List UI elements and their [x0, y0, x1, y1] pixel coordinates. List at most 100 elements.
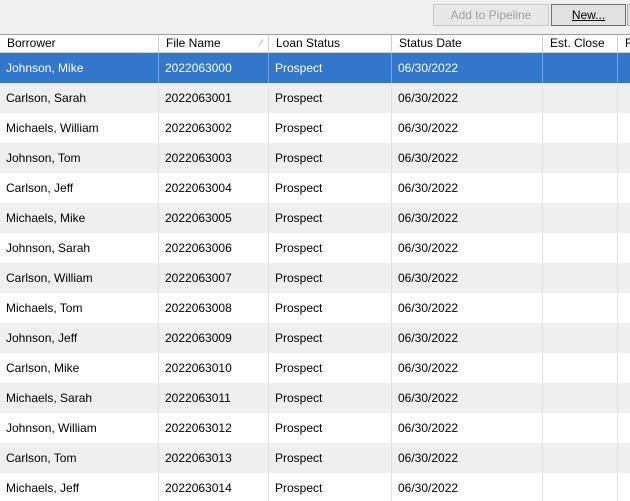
cell-est-close [543, 413, 618, 443]
table-row[interactable]: Johnson, Tom 2022063003 Prospect 06/30/2022 [0, 143, 630, 173]
cell-file-name: 2022063013 [159, 443, 269, 473]
cell-borrower: Carlson, Tom [0, 443, 159, 473]
cell-r [618, 233, 630, 263]
column-header-est-close[interactable]: Est. Close [543, 35, 618, 52]
cell-borrower: Johnson, Sarah [0, 233, 159, 263]
new-button[interactable]: New... [551, 4, 626, 26]
cell-status-date: 06/30/2022 [392, 383, 543, 413]
cell-est-close [543, 53, 618, 83]
cell-est-close [543, 383, 618, 413]
cell-est-close [543, 113, 618, 143]
cell-status-date: 06/30/2022 [392, 203, 543, 233]
table-row[interactable]: Michaels, Mike 2022063005 Prospect 06/30/20… [0, 203, 630, 233]
grid-header: Borrower File Name ⁄ Loan Status Status D… [0, 35, 630, 53]
table-row[interactable]: Carlson, Sarah 2022063001 Prospect 06/30/20… [0, 83, 630, 113]
cell-loan-status: Prospect [269, 323, 392, 353]
cell-est-close [543, 203, 618, 233]
cell-loan-status: Prospect [269, 383, 392, 413]
cell-borrower: Michaels, William [0, 113, 159, 143]
cell-file-name: 2022063009 [159, 323, 269, 353]
cell-r [618, 113, 630, 143]
cell-status-date: 06/30/2022 [392, 323, 543, 353]
column-header-loan-status[interactable]: Loan Status [269, 35, 392, 52]
cell-status-date: 06/30/2022 [392, 263, 543, 293]
table-row[interactable]: Carlson, William 2022063007 Prospect 06/30/… [0, 263, 630, 293]
cell-status-date: 06/30/2022 [392, 83, 543, 113]
cell-est-close [543, 443, 618, 473]
cell-file-name: 2022063005 [159, 203, 269, 233]
table-row[interactable]: Michaels, William 2022063002 Prospect 06/30… [0, 113, 630, 143]
table-row[interactable]: Michaels, Tom 2022063008 Prospect 06/30/202… [0, 293, 630, 323]
cell-est-close [543, 83, 618, 113]
table-row[interactable]: Johnson, Mike 2022063000 Prospect 06/30/202… [0, 53, 630, 83]
cell-est-close [543, 353, 618, 383]
cell-file-name: 2022063002 [159, 113, 269, 143]
column-header-label: Loan Status [276, 36, 341, 50]
cell-borrower: Carlson, Sarah [0, 83, 159, 113]
cell-r [618, 293, 630, 323]
cell-r [618, 173, 630, 203]
table-row[interactable]: Carlson, Tom 2022063013 Prospect 06/30/2022 [0, 443, 630, 473]
cell-loan-status: Prospect [269, 203, 392, 233]
cell-file-name: 2022063012 [159, 413, 269, 443]
cell-est-close [543, 233, 618, 263]
column-header-label: File Name [166, 36, 221, 50]
cell-borrower: Johnson, Tom [0, 143, 159, 173]
table-row[interactable]: Carlson, Jeff 2022063004 Prospect 06/30/202… [0, 173, 630, 203]
new-button-label: New... [571, 8, 606, 22]
cell-borrower: Michaels, Sarah [0, 383, 159, 413]
column-header-label: R [625, 36, 630, 50]
table-row[interactable]: Johnson, Sarah 2022063006 Prospect 06/30/20… [0, 233, 630, 263]
cell-r [618, 143, 630, 173]
column-header-label: Borrower [7, 36, 56, 50]
cell-file-name: 2022063003 [159, 143, 269, 173]
table-row[interactable]: Johnson, Jeff 2022063009 Prospect 06/30/202… [0, 323, 630, 353]
cell-loan-status: Prospect [269, 413, 392, 443]
cell-borrower: Johnson, Mike [0, 53, 159, 83]
cell-loan-status: Prospect [269, 263, 392, 293]
cell-loan-status: Prospect [269, 83, 392, 113]
table-row[interactable]: Michaels, Sarah 2022063011 Prospect 06/30/2… [0, 383, 630, 413]
cell-loan-status: Prospect [269, 353, 392, 383]
cell-r [618, 263, 630, 293]
column-header-status-date[interactable]: Status Date [392, 35, 543, 52]
cell-loan-status: Prospect [269, 173, 392, 203]
cell-status-date: 06/30/2022 [392, 173, 543, 203]
column-header-borrower[interactable]: Borrower [0, 35, 159, 52]
cell-r [618, 443, 630, 473]
column-header-r[interactable]: R [618, 35, 630, 52]
cell-status-date: 06/30/2022 [392, 473, 543, 501]
column-header-file-name[interactable]: File Name ⁄ [159, 35, 269, 52]
cell-file-name: 2022063000 [159, 53, 269, 83]
cell-borrower: Michaels, Mike [0, 203, 159, 233]
cell-loan-status: Prospect [269, 53, 392, 83]
table-row[interactable]: Michaels, Jeff 2022063014 Prospect 06/30/20… [0, 473, 630, 501]
toolbar: Add to Pipeline New... [0, 0, 630, 32]
cell-status-date: 06/30/2022 [392, 353, 543, 383]
cell-est-close [543, 173, 618, 203]
table-row[interactable]: Carlson, Mike 2022063010 Prospect 06/30/202… [0, 353, 630, 383]
cell-file-name: 2022063010 [159, 353, 269, 383]
cell-loan-status: Prospect [269, 443, 392, 473]
column-header-label: Est. Close [550, 36, 605, 50]
add-to-pipeline-button[interactable]: Add to Pipeline [433, 4, 549, 26]
cell-status-date: 06/30/2022 [392, 443, 543, 473]
cell-est-close [543, 293, 618, 323]
cell-borrower: Carlson, William [0, 263, 159, 293]
cell-borrower: Carlson, Mike [0, 353, 159, 383]
cell-r [618, 83, 630, 113]
cell-status-date: 06/30/2022 [392, 143, 543, 173]
cell-r [618, 413, 630, 443]
cell-loan-status: Prospect [269, 293, 392, 323]
cell-est-close [543, 143, 618, 173]
cell-file-name: 2022063008 [159, 293, 269, 323]
cell-status-date: 06/30/2022 [392, 233, 543, 263]
cell-status-date: 06/30/2022 [392, 113, 543, 143]
cell-loan-status: Prospect [269, 233, 392, 263]
cell-borrower: Johnson, Jeff [0, 323, 159, 353]
column-header-label: Status Date [399, 36, 462, 50]
table-row[interactable]: Johnson, William 2022063012 Prospect 06/30/… [0, 413, 630, 443]
cell-borrower: Johnson, William [0, 413, 159, 443]
cell-r [618, 323, 630, 353]
cell-est-close [543, 473, 618, 501]
